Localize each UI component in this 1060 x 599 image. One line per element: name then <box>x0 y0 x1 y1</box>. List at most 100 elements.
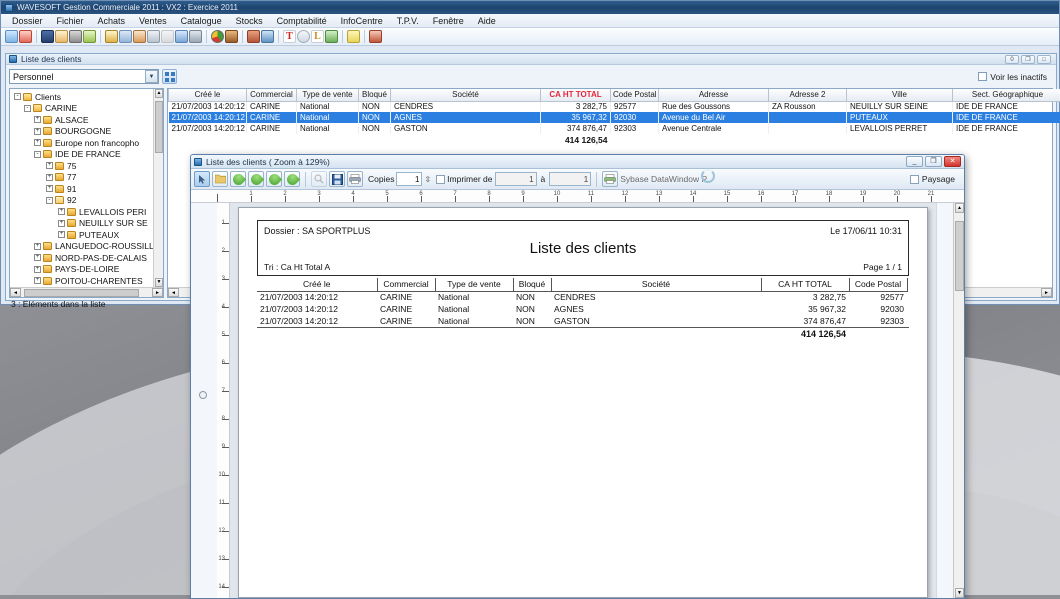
scroll-up-arrow-icon[interactable]: ▲ <box>155 89 163 98</box>
scrollbar-thumb[interactable] <box>155 101 163 153</box>
tree-node[interactable]: + 91 <box>12 183 163 195</box>
previous-page-icon[interactable] <box>248 171 264 187</box>
scrollbar-thumb[interactable] <box>955 221 964 291</box>
table-row[interactable]: 21/07/2003 14:20:12 CARINE National NON … <box>169 112 1060 123</box>
tree-expander[interactable]: + <box>58 208 65 215</box>
tree-expander[interactable]: + <box>34 139 41 146</box>
tree-node[interactable]: + POITOU-CHARENTES <box>12 275 163 287</box>
tree-node[interactable]: + NORD-PAS-DE-CALAIS <box>12 252 163 264</box>
table-row[interactable]: 21/07/2003 14:20:12 CARINE National NON … <box>169 123 1060 134</box>
column-header-bloque[interactable]: Bloqué <box>359 89 391 101</box>
menu-fichier[interactable]: Fichier <box>50 14 91 28</box>
minimize-button[interactable]: 0 <box>1005 55 1019 64</box>
grid-icon[interactable] <box>119 30 132 43</box>
column-header-adresse-2[interactable]: Adresse 2 <box>769 89 847 101</box>
landscape-checkbox[interactable] <box>910 175 919 184</box>
page-from-input[interactable]: 1 <box>495 172 537 186</box>
close-button[interactable]: ✕ <box>944 156 961 167</box>
menu-stocks[interactable]: Stocks <box>229 14 270 28</box>
column-header-adresse[interactable]: Adresse <box>659 89 769 101</box>
scroll-left-arrow-icon[interactable]: ◄ <box>10 288 21 297</box>
tree-node[interactable]: + LANGUEDOC-ROUSSILL <box>12 241 163 253</box>
tree-node[interactable]: + LEVALLOIS PERI <box>12 206 163 218</box>
tree-expander[interactable]: + <box>58 231 65 238</box>
menu-infocentre[interactable]: InfoCentre <box>334 14 390 28</box>
copy-icon[interactable] <box>55 30 68 43</box>
text-t-icon[interactable]: T <box>283 30 296 43</box>
tree-vertical-scrollbar[interactable]: ▲ ▼ <box>153 89 163 287</box>
scroll-right-arrow-icon[interactable]: ► <box>152 288 163 297</box>
preview-window-controls[interactable]: _ ❐ ✕ <box>906 156 961 167</box>
tree-expander[interactable]: + <box>34 254 41 261</box>
tree-node[interactable]: + PAYS-DE-LOIRE <box>12 264 163 276</box>
tree-expander[interactable]: - <box>46 197 53 204</box>
menu-fenetre[interactable]: Fenêtre <box>426 14 471 28</box>
menu-tpv[interactable]: T.P.V. <box>390 14 426 28</box>
delete-record-icon[interactable] <box>19 30 32 43</box>
minimize-button[interactable]: _ <box>906 156 923 167</box>
tree-expander[interactable]: + <box>34 277 41 284</box>
tree-expander[interactable]: + <box>34 128 41 135</box>
view-select[interactable]: Personnel ▼ <box>9 69 159 84</box>
column-header-commercial[interactable]: Commercial <box>247 89 297 101</box>
tree-node[interactable]: - CARINE <box>12 103 163 115</box>
printer-icon[interactable] <box>602 171 618 187</box>
query-icon[interactable] <box>83 30 96 43</box>
tree-expander[interactable]: + <box>58 220 65 227</box>
restore-button[interactable]: ❐ <box>1021 55 1035 64</box>
maximize-button[interactable]: □ <box>1037 55 1051 64</box>
tree-node[interactable]: - Clients <box>12 91 163 103</box>
show-inactive-toggle[interactable]: Voir les inactifs <box>978 72 1053 82</box>
calendar-icon[interactable] <box>133 30 146 43</box>
open-folder-icon[interactable] <box>5 30 18 43</box>
menu-ventes[interactable]: Ventes <box>132 14 174 28</box>
lock-icon[interactable] <box>161 30 174 43</box>
tree-node[interactable]: + NEUILLY SUR SE <box>12 218 163 230</box>
column-header-ville[interactable]: Ville <box>847 89 953 101</box>
cone-icon[interactable] <box>225 30 238 43</box>
tree-expander[interactable]: + <box>46 162 53 169</box>
print-icon[interactable] <box>347 171 363 187</box>
tree-expander[interactable]: + <box>46 185 53 192</box>
text-l-icon[interactable]: L <box>311 30 324 43</box>
margin-handle-icon[interactable] <box>199 391 207 399</box>
menu-aide[interactable]: Aide <box>471 14 503 28</box>
tree-expander[interactable]: + <box>34 116 41 123</box>
grid-refresh-icon[interactable] <box>162 69 177 84</box>
scroll-left-arrow-icon[interactable]: ◄ <box>168 288 179 297</box>
preview-page-canvas[interactable]: Dossier : SA SPORTPLUS Le 17/06/11 10:31… <box>230 203 936 598</box>
column-header-code-postal[interactable]: Code Postal <box>611 89 659 101</box>
menu-dossier[interactable]: Dossier <box>5 14 50 28</box>
scroll-up-arrow-icon[interactable]: ▲ <box>955 203 964 213</box>
column-header-type-vente[interactable]: Type de vente <box>297 89 359 101</box>
client-tree-panel[interactable]: - Clients - CARINE + ALSACE <box>9 88 164 298</box>
scroll-down-arrow-icon[interactable]: ▼ <box>955 588 964 598</box>
tree-expander[interactable]: - <box>14 93 21 100</box>
scrollbar-thumb[interactable] <box>24 289 139 297</box>
column-header-cree-le[interactable]: Créé le <box>169 89 247 101</box>
page-to-input[interactable]: 1 <box>549 172 591 186</box>
table-row[interactable]: 21/07/2003 14:20:12 CARINE National NON … <box>169 101 1060 112</box>
show-inactive-checkbox[interactable] <box>978 72 987 81</box>
tree-node[interactable]: + BOURGOGNE <box>12 126 163 138</box>
first-page-icon[interactable] <box>230 171 246 187</box>
client-grid[interactable]: Créé le Commercial Type de vente Bloqué … <box>168 89 1060 145</box>
link-icon[interactable] <box>325 30 338 43</box>
tree-node[interactable]: + ALSACE <box>12 114 163 126</box>
tree-expander[interactable]: + <box>46 174 53 181</box>
tree-node[interactable]: - IDE DE FRANCE <box>12 149 163 161</box>
copies-input[interactable]: 1 <box>396 172 422 186</box>
refresh-icon[interactable] <box>175 30 188 43</box>
zoom-icon[interactable] <box>311 171 327 187</box>
book-icon[interactable] <box>247 30 260 43</box>
preview-vertical-scrollbar[interactable]: ▲ ▼ <box>953 203 964 598</box>
next-page-icon[interactable] <box>266 171 282 187</box>
chart-icon[interactable] <box>189 30 202 43</box>
maximize-button[interactable]: ❐ <box>925 156 942 167</box>
column-header-ca-ht-total[interactable]: CA HT TOTAL <box>541 89 611 101</box>
pointer-select-icon[interactable] <box>194 171 210 187</box>
preview-toolbar[interactable]: Copies 1 ⇳ Imprimer de 1 à 1 Sybase Data… <box>191 169 964 190</box>
spinner-icon[interactable]: ⇳ <box>424 175 431 184</box>
client-window-controls[interactable]: 0 ❐ □ <box>1005 55 1053 64</box>
binoculars-icon[interactable] <box>41 30 54 43</box>
